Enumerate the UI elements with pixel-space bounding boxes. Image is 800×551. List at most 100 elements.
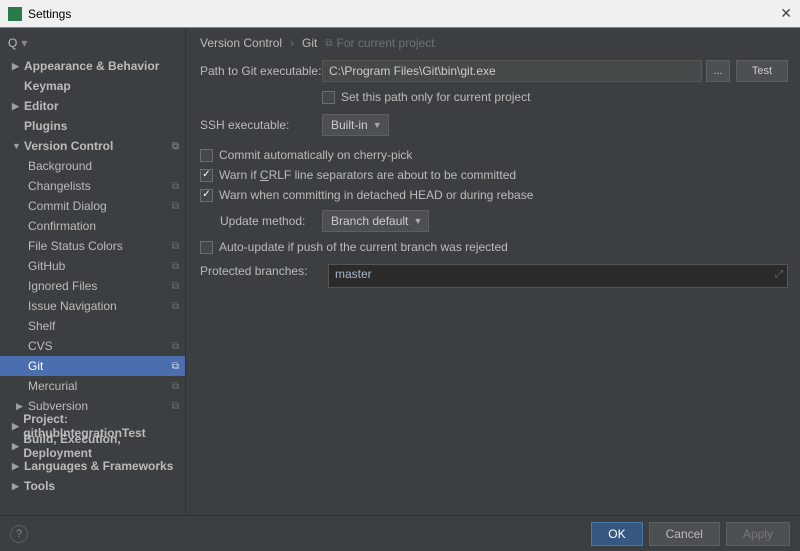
tree-label: Commit Dialog <box>28 199 107 213</box>
search-dropdown-icon[interactable]: ▾ <box>21 36 27 50</box>
tree-tools[interactable]: ▶Tools <box>0 476 185 496</box>
tree-shelf[interactable]: Shelf <box>0 316 185 336</box>
tree-build[interactable]: ▶Build, Execution, Deployment <box>0 436 185 456</box>
tree-label: File Status Colors <box>28 239 123 253</box>
chevron-down-icon: ▼ <box>413 216 422 226</box>
project-flag-icon: ⧉ <box>172 241 179 252</box>
tree-editor[interactable]: ▶Editor <box>0 96 185 116</box>
project-flag-icon: ⧉ <box>172 261 179 272</box>
tree-issue-navigation[interactable]: Issue Navigation ⧉ <box>0 296 185 316</box>
search-input[interactable] <box>31 36 186 50</box>
set-path-label: Set this path only for current project <box>341 90 530 104</box>
title-bar: Settings ✕ <box>0 0 800 28</box>
tree-label: GitHub <box>28 259 65 273</box>
tree-label: Languages & Frameworks <box>24 459 173 473</box>
project-flag-icon: ⧉ <box>172 361 179 372</box>
auto-commit-checkbox[interactable] <box>200 149 213 162</box>
tree-background[interactable]: Background <box>0 156 185 176</box>
project-flag-icon: ⧉ <box>172 381 179 392</box>
chevron-right-icon: ▶ <box>12 461 22 472</box>
tree-label: Appearance & Behavior <box>24 59 159 73</box>
warn-detached-checkbox[interactable] <box>200 189 213 202</box>
protected-label: Protected branches: <box>200 264 322 278</box>
chevron-right-icon: ▶ <box>12 481 22 492</box>
help-icon[interactable]: ? <box>10 525 28 543</box>
tree-label: Git <box>28 359 43 373</box>
cancel-button[interactable]: Cancel <box>649 522 720 546</box>
ssh-value: Built-in <box>331 118 368 132</box>
breadcrumb-sep-icon: › <box>290 36 294 50</box>
tree-version-control[interactable]: ▼Version Control⧉ <box>0 136 185 156</box>
tree-label: Issue Navigation <box>28 299 117 313</box>
tree-label: Ignored Files <box>28 279 97 293</box>
expand-icon[interactable]: ⤢ <box>775 269 783 280</box>
project-flag-icon: ⧉ <box>172 201 179 212</box>
tree-label: Keymap <box>24 79 71 93</box>
tree-label: Confirmation <box>28 219 96 233</box>
protected-branches-input[interactable]: master ⤢ <box>328 264 788 288</box>
project-flag-icon: ⧉ <box>172 141 179 152</box>
warn-crlf-label: Warn if CRLF line separators are about t… <box>219 168 516 182</box>
update-method-value: Branch default <box>331 214 408 228</box>
path-label: Path to Git executable: <box>200 64 322 78</box>
project-flag-icon: ⧉ <box>172 401 179 412</box>
tree-label: Background <box>28 159 92 173</box>
project-flag-icon: ⧉ <box>172 341 179 352</box>
tree-git[interactable]: Git ⧉ <box>0 356 185 376</box>
tree-label: Editor <box>24 99 59 113</box>
chevron-right-icon: ▶ <box>12 61 22 72</box>
apply-button[interactable]: Apply <box>726 522 790 546</box>
tree-github[interactable]: GitHub ⧉ <box>0 256 185 276</box>
close-icon[interactable]: ✕ <box>780 5 792 22</box>
project-flag-icon: ⧉ <box>325 38 332 49</box>
sidebar: Q▾ ▶Appearance & Behavior Keymap ▶Editor… <box>0 28 186 515</box>
auto-update-checkbox[interactable] <box>200 241 213 254</box>
chevron-down-icon: ▼ <box>373 120 382 130</box>
test-button[interactable]: Test <box>736 60 788 82</box>
tree-confirmation[interactable]: Confirmation <box>0 216 185 236</box>
warn-detached-label: Warn when committing in detached HEAD or… <box>219 188 533 202</box>
project-flag-icon: ⧉ <box>172 281 179 292</box>
set-path-checkbox[interactable] <box>322 91 335 104</box>
tree-label: Version Control <box>24 139 113 153</box>
tree-langs[interactable]: ▶Languages & Frameworks <box>0 456 185 476</box>
warn-crlf-checkbox[interactable] <box>200 169 213 182</box>
protected-value: master <box>335 267 372 281</box>
settings-tree: ▶Appearance & Behavior Keymap ▶Editor Pl… <box>0 56 185 496</box>
tree-file-status-colors[interactable]: File Status Colors ⧉ <box>0 236 185 256</box>
tree-label: Subversion <box>28 399 88 413</box>
project-flag-icon: ⧉ <box>172 301 179 312</box>
chevron-right-icon: ▶ <box>12 101 22 112</box>
tree-label: Changelists <box>28 179 91 193</box>
window-title: Settings <box>28 7 71 21</box>
chevron-right-icon: ▶ <box>16 401 26 412</box>
git-path-input[interactable] <box>322 60 702 82</box>
chevron-right-icon: ▶ <box>12 421 21 432</box>
breadcrumb-hint: For current project <box>337 36 435 50</box>
search-input-placeholder: Q <box>8 36 17 50</box>
breadcrumb: Version Control › Git ⧉For current proje… <box>200 36 788 50</box>
app-icon <box>8 7 22 21</box>
ssh-select[interactable]: Built-in ▼ <box>322 114 389 136</box>
tree-keymap[interactable]: Keymap <box>0 76 185 96</box>
update-label: Update method: <box>220 214 322 228</box>
ok-button[interactable]: OK <box>591 522 642 546</box>
tree-mercurial[interactable]: Mercurial ⧉ <box>0 376 185 396</box>
tree-appearance[interactable]: ▶Appearance & Behavior <box>0 56 185 76</box>
tree-cvs[interactable]: CVS ⧉ <box>0 336 185 356</box>
auto-update-label: Auto-update if push of the current branc… <box>219 240 508 254</box>
main-panel: Version Control › Git ⧉For current proje… <box>186 28 800 515</box>
browse-button[interactable]: ... <box>706 60 730 82</box>
project-flag-icon: ⧉ <box>172 181 179 192</box>
tree-commit-dialog[interactable]: Commit Dialog ⧉ <box>0 196 185 216</box>
tree-label: CVS <box>28 339 53 353</box>
tree-label: Shelf <box>28 319 55 333</box>
chevron-right-icon: ▶ <box>12 441 21 452</box>
tree-changelists[interactable]: Changelists ⧉ <box>0 176 185 196</box>
tree-label: Tools <box>24 479 55 493</box>
tree-ignored-files[interactable]: Ignored Files ⧉ <box>0 276 185 296</box>
update-method-select[interactable]: Branch default ▼ <box>322 210 429 232</box>
footer: ? OK Cancel Apply <box>0 515 800 551</box>
tree-label: Mercurial <box>28 379 77 393</box>
tree-plugins[interactable]: Plugins <box>0 116 185 136</box>
